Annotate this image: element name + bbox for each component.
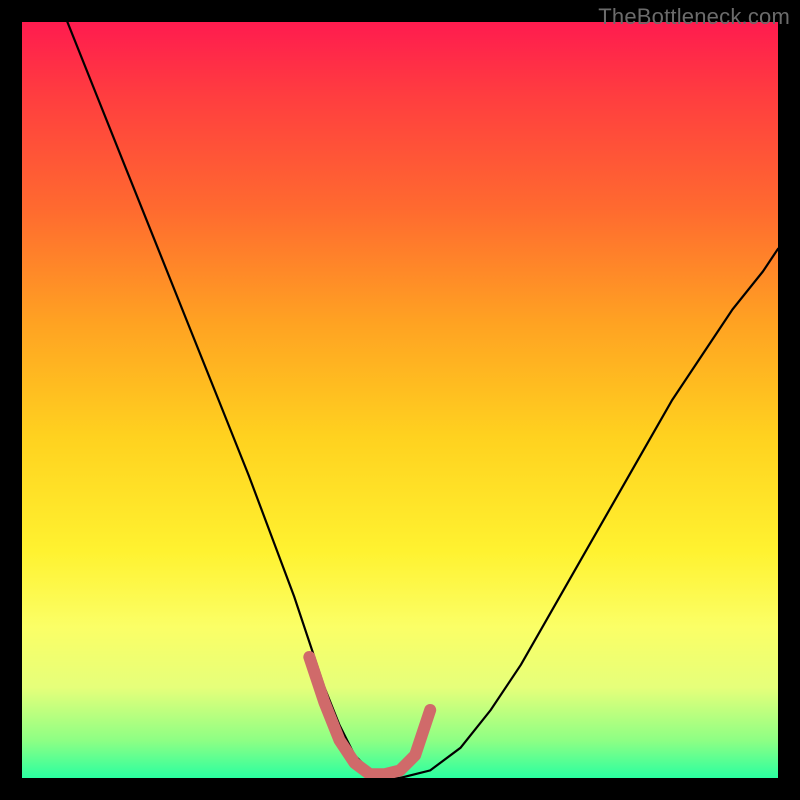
chart-frame: TheBottleneck.com	[0, 0, 800, 800]
plot-area	[22, 22, 778, 778]
curve-layer	[22, 22, 778, 778]
bottleneck-curve	[67, 22, 778, 778]
optimal-zone-highlight	[309, 657, 430, 774]
watermark-text: TheBottleneck.com	[598, 4, 790, 30]
